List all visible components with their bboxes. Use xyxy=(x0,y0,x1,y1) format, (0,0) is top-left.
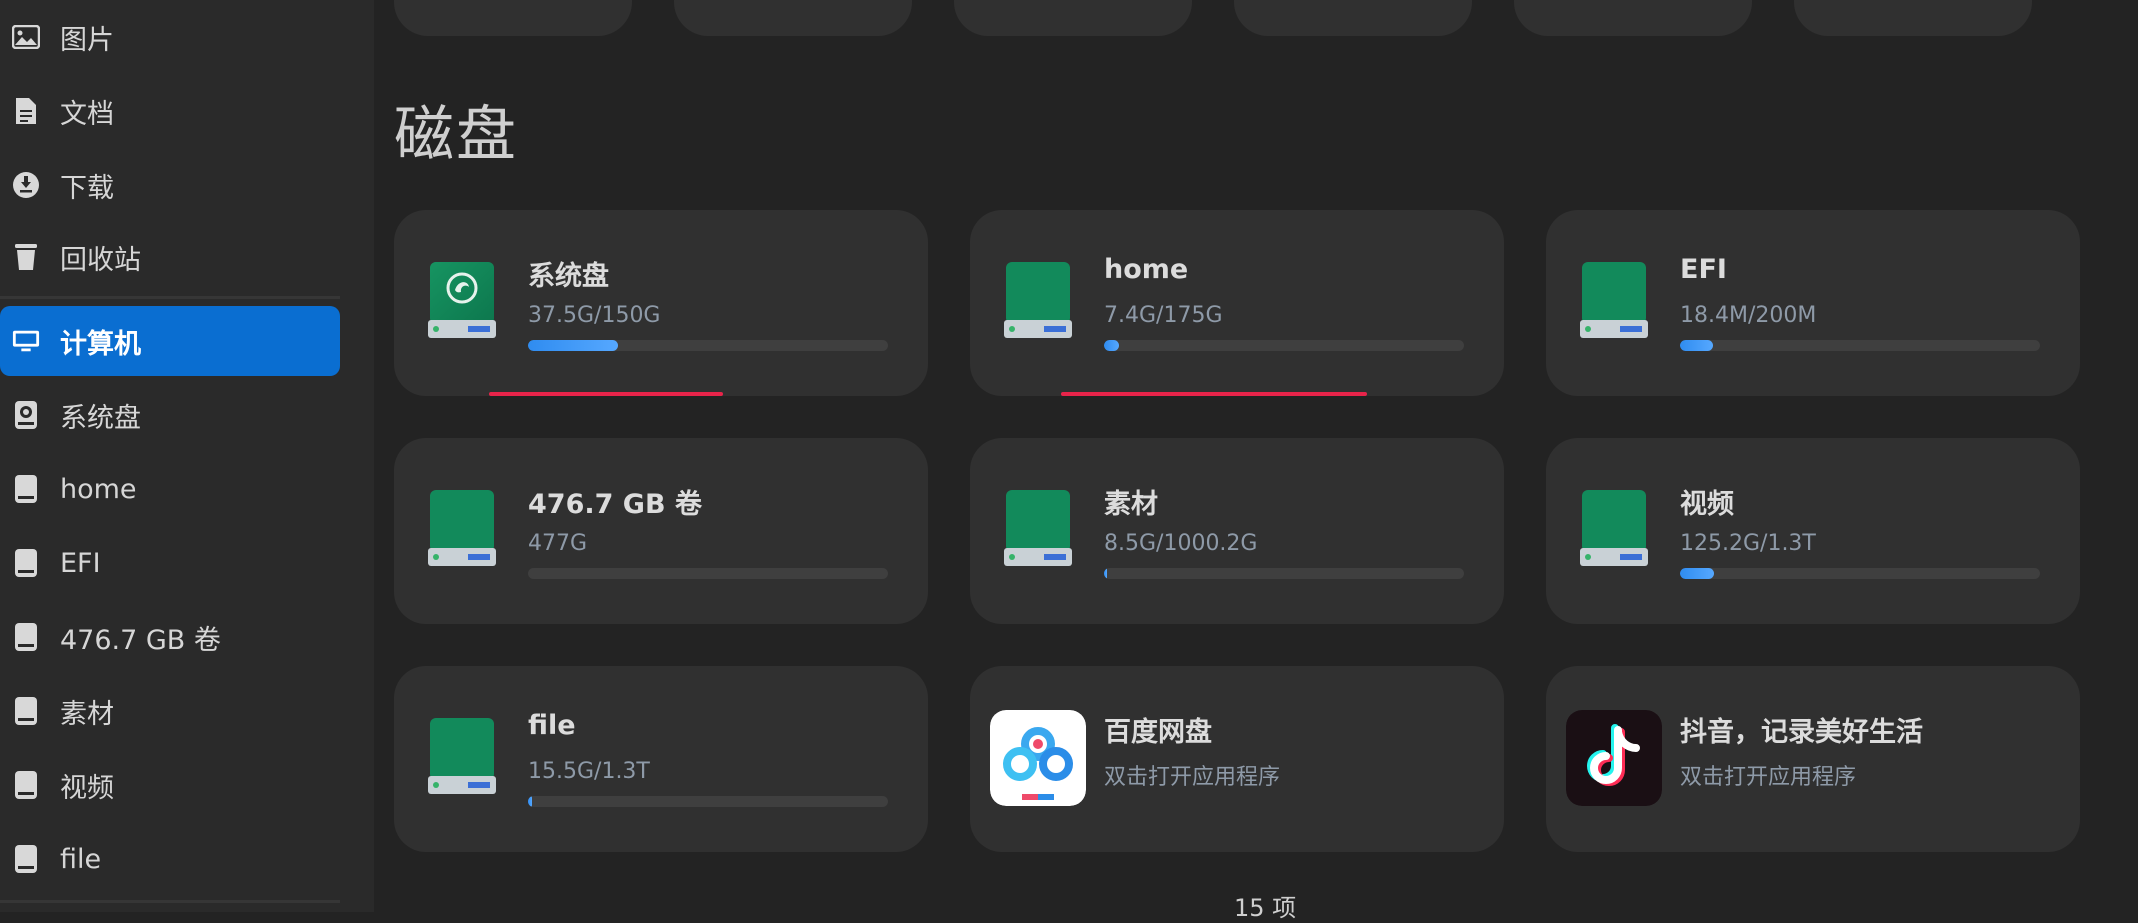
app-card-baidu-netdisk[interactable]: 百度网盘 双击打开应用程序 xyxy=(970,666,1504,852)
disk-usage: 7.4G/175G xyxy=(1104,303,1223,328)
sidebar-item-computer[interactable]: 计算机 xyxy=(0,306,340,376)
disk-usage-bar xyxy=(1680,340,2040,351)
disk-usage: 125.2G/1.3T xyxy=(1680,531,1816,556)
disk-card-efi[interactable]: EFI 18.4M/200M xyxy=(1546,210,2080,396)
disk-usage-fill xyxy=(1104,340,1120,351)
section-title-disks: 磁盘 xyxy=(394,100,518,170)
sidebar-item-label: file xyxy=(60,843,102,875)
top-row-item[interactable] xyxy=(1234,0,1472,36)
drive-icon xyxy=(12,770,40,800)
top-row-item[interactable] xyxy=(1794,0,2032,36)
sidebar: 图片 文档 下载 回收站 计算机 系统盘 home EFI 476.7 GB 卷… xyxy=(0,0,374,912)
app-hint: 双击打开应用程序 xyxy=(1680,765,1857,790)
drive-icon xyxy=(12,474,40,504)
top-row-item[interactable] xyxy=(394,0,632,36)
sidebar-divider xyxy=(0,296,340,299)
drive-icon xyxy=(12,844,40,874)
disk-usage-bar xyxy=(1104,340,1464,351)
sidebar-item-video[interactable]: 视频 xyxy=(0,750,340,820)
disk-card-system[interactable]: 系统盘 37.5G/150G xyxy=(394,210,928,396)
sidebar-item-label: 图片 xyxy=(60,24,114,56)
drive-icon xyxy=(1004,262,1072,338)
sidebar-item-label: home xyxy=(60,473,137,505)
disk-usage-bar xyxy=(528,568,888,579)
top-row-item[interactable] xyxy=(674,0,912,36)
drive-icon xyxy=(1004,490,1072,566)
item-count: 15 项 xyxy=(1234,894,1297,922)
sidebar-item-home[interactable]: home xyxy=(0,454,340,524)
sidebar-item-label: 回收站 xyxy=(60,244,141,276)
disk-name: 476.7 GB 卷 xyxy=(528,489,702,520)
disk-name: file xyxy=(528,710,576,741)
drive-icon xyxy=(428,490,496,566)
disk-usage-bar xyxy=(528,796,888,807)
drive-icon xyxy=(1580,490,1648,566)
sidebar-item-pictures[interactable]: 图片 xyxy=(0,2,340,72)
disk-usage-fill xyxy=(1680,568,1714,579)
sidebar-item-efi[interactable]: EFI xyxy=(0,528,340,598)
sidebar-item-label: 系统盘 xyxy=(60,402,141,434)
disk-usage: 15.5G/1.3T xyxy=(528,759,650,784)
sidebar-item-label: 计算机 xyxy=(60,328,141,360)
disk-name: 视频 xyxy=(1680,489,1734,520)
trash-icon xyxy=(12,242,40,272)
disk-usage: 37.5G/150G xyxy=(528,303,661,328)
disk-name: 系统盘 xyxy=(528,261,609,292)
main-content: 磁盘 系统盘 37.5G/150G home 7.4G/175G EFI 18.… xyxy=(374,0,2138,922)
image-icon xyxy=(12,22,40,52)
disk-card-volume-476[interactable]: 476.7 GB 卷 477G xyxy=(394,438,928,624)
douyin-icon xyxy=(1566,710,1662,806)
app-name: 百度网盘 xyxy=(1104,717,1212,748)
disk-name: home xyxy=(1104,254,1189,285)
disk-usage-fill xyxy=(1104,568,1108,579)
sidebar-item-downloads[interactable]: 下载 xyxy=(0,150,340,220)
spellcheck-underline xyxy=(1061,392,1367,396)
sidebar-item-materials[interactable]: 素材 xyxy=(0,676,340,746)
disk-card-materials[interactable]: 素材 8.5G/1000.2G xyxy=(970,438,1504,624)
sidebar-item-documents[interactable]: 文档 xyxy=(0,76,340,146)
disk-usage: 8.5G/1000.2G xyxy=(1104,531,1258,556)
system-disk-icon xyxy=(12,400,40,430)
drive-icon xyxy=(1580,262,1648,338)
disk-usage-fill xyxy=(1680,340,1714,351)
drive-icon xyxy=(12,622,40,652)
sidebar-item-trash[interactable]: 回收站 xyxy=(0,222,340,292)
sidebar-item-file[interactable]: file xyxy=(0,824,340,894)
sidebar-item-label: EFI xyxy=(60,547,101,579)
disk-usage-bar xyxy=(528,340,888,351)
app-card-douyin[interactable]: 抖音，记录美好生活 双击打开应用程序 xyxy=(1546,666,2080,852)
system-disk-icon xyxy=(428,262,496,338)
app-name: 抖音，记录美好生活 xyxy=(1680,717,1923,748)
disk-card-video[interactable]: 视频 125.2G/1.3T xyxy=(1546,438,2080,624)
disk-name: EFI xyxy=(1680,254,1727,285)
sidebar-item-label: 下载 xyxy=(60,172,114,204)
sidebar-item-volume-476[interactable]: 476.7 GB 卷 xyxy=(0,602,340,672)
disk-name: 素材 xyxy=(1104,489,1158,520)
disk-usage-bar xyxy=(1680,568,2040,579)
sidebar-item-label: 476.7 GB 卷 xyxy=(60,624,221,656)
top-row-item[interactable] xyxy=(954,0,1192,36)
sidebar-divider xyxy=(0,900,340,903)
disk-usage-fill xyxy=(528,796,533,807)
disk-usage: 18.4M/200M xyxy=(1680,303,1817,328)
baidu-netdisk-icon xyxy=(990,710,1086,806)
drive-icon xyxy=(428,718,496,794)
computer-icon xyxy=(12,326,40,356)
sidebar-item-label: 视频 xyxy=(60,772,114,804)
download-icon xyxy=(12,170,40,200)
document-icon xyxy=(12,96,40,126)
disk-usage-bar xyxy=(1104,568,1464,579)
sidebar-item-system-disk[interactable]: 系统盘 xyxy=(0,380,340,450)
disk-card-home[interactable]: home 7.4G/175G xyxy=(970,210,1504,396)
sidebar-item-label: 文档 xyxy=(60,98,114,130)
spellcheck-underline xyxy=(489,392,723,396)
drive-icon xyxy=(12,696,40,726)
top-row-item[interactable] xyxy=(1514,0,1752,36)
sidebar-item-label: 素材 xyxy=(60,698,114,730)
disk-usage: 477G xyxy=(528,531,588,556)
disk-card-file[interactable]: file 15.5G/1.3T xyxy=(394,666,928,852)
drive-icon xyxy=(12,548,40,578)
disk-usage-fill xyxy=(528,340,618,351)
app-hint: 双击打开应用程序 xyxy=(1104,765,1281,790)
